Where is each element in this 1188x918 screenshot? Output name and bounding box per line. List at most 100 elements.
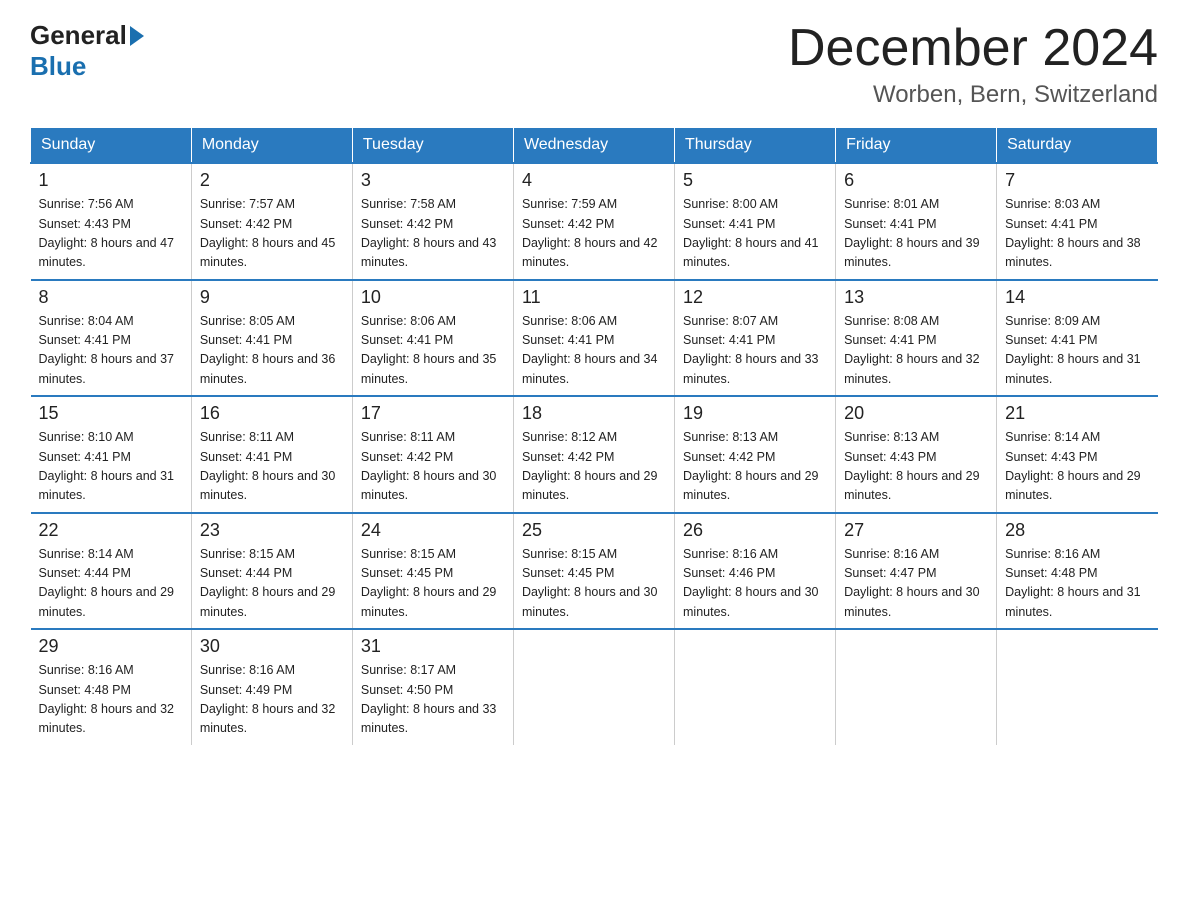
- day-number: 18: [522, 403, 666, 424]
- day-info: Sunrise: 7:57 AMSunset: 4:42 PMDaylight:…: [200, 197, 336, 269]
- day-number: 11: [522, 287, 666, 308]
- day-number: 16: [200, 403, 344, 424]
- day-number: 22: [39, 520, 183, 541]
- day-info: Sunrise: 8:13 AMSunset: 4:42 PMDaylight:…: [683, 430, 819, 502]
- calendar-cell: [836, 629, 997, 745]
- day-number: 20: [844, 403, 988, 424]
- day-number: 29: [39, 636, 183, 657]
- calendar-cell: [513, 629, 674, 745]
- day-number: 31: [361, 636, 505, 657]
- day-number: 8: [39, 287, 183, 308]
- day-number: 5: [683, 170, 827, 191]
- title-block: December 2024 Worben, Bern, Switzerland: [788, 20, 1158, 109]
- calendar-cell: 4 Sunrise: 7:59 AMSunset: 4:42 PMDayligh…: [513, 163, 674, 280]
- day-header-tuesday: Tuesday: [352, 128, 513, 164]
- calendar-cell: 18 Sunrise: 8:12 AMSunset: 4:42 PMDaylig…: [513, 396, 674, 513]
- day-number: 21: [1005, 403, 1149, 424]
- day-info: Sunrise: 8:14 AMSunset: 4:43 PMDaylight:…: [1005, 430, 1141, 502]
- calendar-cell: 15 Sunrise: 8:10 AMSunset: 4:41 PMDaylig…: [31, 396, 192, 513]
- calendar-cell: [997, 629, 1158, 745]
- day-number: 6: [844, 170, 988, 191]
- day-info: Sunrise: 8:03 AMSunset: 4:41 PMDaylight:…: [1005, 197, 1141, 269]
- calendar-cell: 24 Sunrise: 8:15 AMSunset: 4:45 PMDaylig…: [352, 513, 513, 630]
- day-info: Sunrise: 8:15 AMSunset: 4:45 PMDaylight:…: [361, 547, 497, 619]
- calendar-cell: 26 Sunrise: 8:16 AMSunset: 4:46 PMDaylig…: [675, 513, 836, 630]
- day-info: Sunrise: 8:05 AMSunset: 4:41 PMDaylight:…: [200, 314, 336, 386]
- day-info: Sunrise: 8:16 AMSunset: 4:46 PMDaylight:…: [683, 547, 819, 619]
- day-info: Sunrise: 8:12 AMSunset: 4:42 PMDaylight:…: [522, 430, 658, 502]
- day-number: 27: [844, 520, 988, 541]
- calendar-cell: 12 Sunrise: 8:07 AMSunset: 4:41 PMDaylig…: [675, 280, 836, 397]
- calendar-cell: 19 Sunrise: 8:13 AMSunset: 4:42 PMDaylig…: [675, 396, 836, 513]
- day-info: Sunrise: 8:06 AMSunset: 4:41 PMDaylight:…: [361, 314, 497, 386]
- calendar-cell: 2 Sunrise: 7:57 AMSunset: 4:42 PMDayligh…: [191, 163, 352, 280]
- calendar-cell: 27 Sunrise: 8:16 AMSunset: 4:47 PMDaylig…: [836, 513, 997, 630]
- calendar-cell: 29 Sunrise: 8:16 AMSunset: 4:48 PMDaylig…: [31, 629, 192, 745]
- day-number: 19: [683, 403, 827, 424]
- calendar-week-row: 22 Sunrise: 8:14 AMSunset: 4:44 PMDaylig…: [31, 513, 1158, 630]
- day-number: 12: [683, 287, 827, 308]
- day-number: 2: [200, 170, 344, 191]
- day-info: Sunrise: 8:06 AMSunset: 4:41 PMDaylight:…: [522, 314, 658, 386]
- calendar-cell: 30 Sunrise: 8:16 AMSunset: 4:49 PMDaylig…: [191, 629, 352, 745]
- day-info: Sunrise: 8:13 AMSunset: 4:43 PMDaylight:…: [844, 430, 980, 502]
- day-header-friday: Friday: [836, 128, 997, 164]
- calendar-cell: 10 Sunrise: 8:06 AMSunset: 4:41 PMDaylig…: [352, 280, 513, 397]
- day-info: Sunrise: 8:16 AMSunset: 4:47 PMDaylight:…: [844, 547, 980, 619]
- logo-triangle-icon: [130, 26, 144, 46]
- day-info: Sunrise: 8:07 AMSunset: 4:41 PMDaylight:…: [683, 314, 819, 386]
- calendar-cell: 13 Sunrise: 8:08 AMSunset: 4:41 PMDaylig…: [836, 280, 997, 397]
- day-info: Sunrise: 8:01 AMSunset: 4:41 PMDaylight:…: [844, 197, 980, 269]
- calendar-cell: 5 Sunrise: 8:00 AMSunset: 4:41 PMDayligh…: [675, 163, 836, 280]
- day-info: Sunrise: 8:17 AMSunset: 4:50 PMDaylight:…: [361, 663, 497, 735]
- calendar-week-row: 15 Sunrise: 8:10 AMSunset: 4:41 PMDaylig…: [31, 396, 1158, 513]
- calendar-cell: 25 Sunrise: 8:15 AMSunset: 4:45 PMDaylig…: [513, 513, 674, 630]
- day-number: 1: [39, 170, 183, 191]
- day-info: Sunrise: 8:15 AMSunset: 4:44 PMDaylight:…: [200, 547, 336, 619]
- day-info: Sunrise: 7:56 AMSunset: 4:43 PMDaylight:…: [39, 197, 175, 269]
- day-number: 17: [361, 403, 505, 424]
- calendar-cell: 16 Sunrise: 8:11 AMSunset: 4:41 PMDaylig…: [191, 396, 352, 513]
- calendar-cell: 9 Sunrise: 8:05 AMSunset: 4:41 PMDayligh…: [191, 280, 352, 397]
- calendar-table: SundayMondayTuesdayWednesdayThursdayFrid…: [30, 127, 1158, 745]
- day-header-monday: Monday: [191, 128, 352, 164]
- day-info: Sunrise: 8:14 AMSunset: 4:44 PMDaylight:…: [39, 547, 175, 619]
- day-number: 9: [200, 287, 344, 308]
- location-title: Worben, Bern, Switzerland: [788, 81, 1158, 109]
- day-info: Sunrise: 7:59 AMSunset: 4:42 PMDaylight:…: [522, 197, 658, 269]
- day-info: Sunrise: 8:10 AMSunset: 4:41 PMDaylight:…: [39, 430, 175, 502]
- day-info: Sunrise: 8:16 AMSunset: 4:48 PMDaylight:…: [39, 663, 175, 735]
- day-number: 30: [200, 636, 344, 657]
- calendar-cell: 11 Sunrise: 8:06 AMSunset: 4:41 PMDaylig…: [513, 280, 674, 397]
- calendar-cell: 8 Sunrise: 8:04 AMSunset: 4:41 PMDayligh…: [31, 280, 192, 397]
- logo: General Blue: [30, 20, 147, 82]
- day-number: 13: [844, 287, 988, 308]
- calendar-cell: 31 Sunrise: 8:17 AMSunset: 4:50 PMDaylig…: [352, 629, 513, 745]
- day-header-sunday: Sunday: [31, 128, 192, 164]
- calendar-week-row: 1 Sunrise: 7:56 AMSunset: 4:43 PMDayligh…: [31, 163, 1158, 280]
- day-number: 15: [39, 403, 183, 424]
- day-header-wednesday: Wednesday: [513, 128, 674, 164]
- calendar-cell: 23 Sunrise: 8:15 AMSunset: 4:44 PMDaylig…: [191, 513, 352, 630]
- calendar-cell: 1 Sunrise: 7:56 AMSunset: 4:43 PMDayligh…: [31, 163, 192, 280]
- calendar-cell: 3 Sunrise: 7:58 AMSunset: 4:42 PMDayligh…: [352, 163, 513, 280]
- day-info: Sunrise: 8:09 AMSunset: 4:41 PMDaylight:…: [1005, 314, 1141, 386]
- day-number: 25: [522, 520, 666, 541]
- day-info: Sunrise: 7:58 AMSunset: 4:42 PMDaylight:…: [361, 197, 497, 269]
- day-number: 7: [1005, 170, 1149, 191]
- day-number: 26: [683, 520, 827, 541]
- day-number: 24: [361, 520, 505, 541]
- calendar-header-row: SundayMondayTuesdayWednesdayThursdayFrid…: [31, 128, 1158, 164]
- calendar-cell: 14 Sunrise: 8:09 AMSunset: 4:41 PMDaylig…: [997, 280, 1158, 397]
- calendar-cell: 6 Sunrise: 8:01 AMSunset: 4:41 PMDayligh…: [836, 163, 997, 280]
- day-info: Sunrise: 8:16 AMSunset: 4:48 PMDaylight:…: [1005, 547, 1141, 619]
- calendar-cell: [675, 629, 836, 745]
- day-info: Sunrise: 8:15 AMSunset: 4:45 PMDaylight:…: [522, 547, 658, 619]
- calendar-cell: 20 Sunrise: 8:13 AMSunset: 4:43 PMDaylig…: [836, 396, 997, 513]
- day-number: 28: [1005, 520, 1149, 541]
- day-number: 3: [361, 170, 505, 191]
- day-info: Sunrise: 8:08 AMSunset: 4:41 PMDaylight:…: [844, 314, 980, 386]
- day-number: 10: [361, 287, 505, 308]
- day-number: 4: [522, 170, 666, 191]
- calendar-cell: 28 Sunrise: 8:16 AMSunset: 4:48 PMDaylig…: [997, 513, 1158, 630]
